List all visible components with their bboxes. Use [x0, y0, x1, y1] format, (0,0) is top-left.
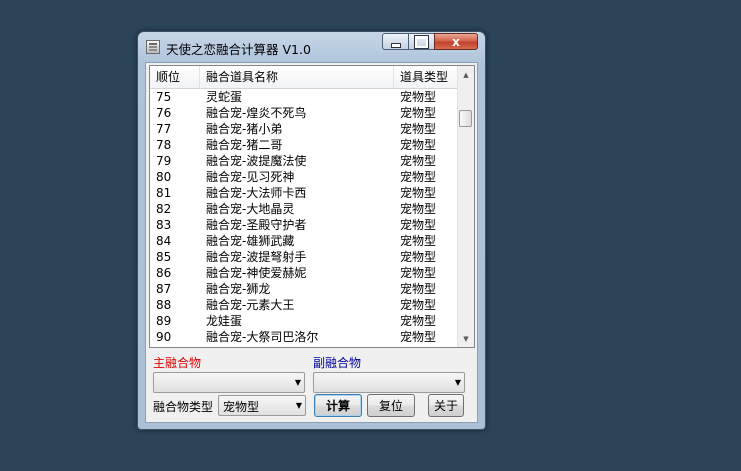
row-item-type: 宠物型 — [400, 90, 437, 104]
row-rank: 77 — [156, 122, 172, 136]
column-rank[interactable]: 顺位 — [150, 66, 200, 88]
row-item-type: 宠物型 — [400, 186, 437, 200]
column-item-name[interactable]: 融合道具名称 — [200, 66, 394, 88]
fusion-type-select[interactable]: 宠物型 ▼ — [218, 395, 306, 416]
list-rows: 75 灵蛇蛋 宠物型 76 融合宠-煌炎不死鸟 宠物型 77 融合宠-猪小弟 宠物型 78 融合宠-… — [150, 89, 460, 345]
maximize-button[interactable] — [408, 33, 434, 50]
row-item-type: 宠物型 — [400, 218, 437, 232]
reset-button[interactable]: 复位 — [367, 394, 415, 417]
row-item-type: 宠物型 — [400, 250, 437, 264]
scroll-down-icon[interactable]: ▼ — [458, 330, 474, 347]
table-row[interactable]: 81 融合宠-大法师卡西 宠物型 — [150, 185, 460, 201]
row-item-name: 融合宠-波提弩射手 — [206, 250, 307, 264]
row-rank: 89 — [156, 314, 172, 328]
app-icon[interactable] — [146, 40, 160, 54]
table-row[interactable]: 79 融合宠-波提魔法使 宠物型 — [150, 153, 460, 169]
chevron-down-icon: ▼ — [294, 378, 301, 387]
row-rank: 81 — [156, 186, 172, 200]
fusion-type-label: 融合物类型 — [153, 400, 214, 414]
table-row[interactable]: 80 融合宠-见习死神 宠物型 — [150, 169, 460, 185]
row-item-name: 融合宠-元素大王 — [206, 298, 295, 312]
row-rank: 90 — [156, 330, 172, 344]
row-item-name: 灵蛇蛋 — [206, 90, 243, 104]
chevron-down-icon: ▼ — [454, 378, 461, 387]
title-bar[interactable]: 天使之恋融合计算器 V1.0 x — [138, 32, 485, 62]
row-item-name: 融合宠-大地晶灵 — [206, 202, 295, 216]
table-row[interactable]: 83 融合宠-圣殿守护者 宠物型 — [150, 217, 460, 233]
table-row[interactable]: 88 融合宠-元素大王 宠物型 — [150, 297, 460, 313]
table-row[interactable]: 82 融合宠-大地晶灵 宠物型 — [150, 201, 460, 217]
row-item-name: 融合宠-狮龙 — [206, 282, 271, 296]
row-item-type: 宠物型 — [400, 282, 437, 296]
item-list[interactable]: 顺位 融合道具名称 道具类型 75 灵蛇蛋 宠物型 76 融合宠-煌炎不死鸟 宠物型 77 融… — [149, 65, 475, 348]
row-item-name: 融合宠-雄狮武藏 — [206, 234, 295, 248]
sub-fusion-label: 副融合物 — [313, 356, 362, 370]
row-item-type: 宠物型 — [400, 170, 437, 184]
row-item-type: 宠物型 — [400, 234, 437, 248]
row-item-name: 融合宠-猪小弟 — [206, 122, 283, 136]
caption-buttons: x — [382, 33, 478, 50]
row-item-name: 融合宠-见习死神 — [206, 170, 295, 184]
row-item-type: 宠物型 — [400, 138, 437, 152]
row-rank: 82 — [156, 202, 172, 216]
row-item-name: 融合宠-大祭司巴洛尔 — [206, 330, 319, 344]
table-row[interactable]: 90 融合宠-大祭司巴洛尔 宠物型 — [150, 329, 460, 345]
close-icon: x — [452, 34, 460, 49]
client-area: 顺位 融合道具名称 道具类型 75 灵蛇蛋 宠物型 76 融合宠-煌炎不死鸟 宠物型 77 融… — [145, 62, 478, 423]
table-row[interactable]: 77 融合宠-猪小弟 宠物型 — [150, 121, 460, 137]
row-item-type: 宠物型 — [400, 154, 437, 168]
row-rank: 80 — [156, 170, 172, 184]
row-item-name: 融合宠-大法师卡西 — [206, 186, 307, 200]
row-rank: 78 — [156, 138, 172, 152]
main-fusion-select[interactable]: ▼ — [153, 372, 305, 393]
table-row[interactable]: 87 融合宠-狮龙 宠物型 — [150, 281, 460, 297]
about-button[interactable]: 关于 — [428, 394, 464, 417]
row-rank: 75 — [156, 90, 172, 104]
scroll-thumb[interactable] — [459, 110, 472, 127]
row-rank: 87 — [156, 282, 172, 296]
row-item-type: 宠物型 — [400, 330, 437, 344]
fusion-type-value: 宠物型 — [223, 400, 260, 414]
row-item-name: 融合宠-波提魔法使 — [206, 154, 307, 168]
table-row[interactable]: 78 融合宠-猪二哥 宠物型 — [150, 137, 460, 153]
sub-fusion-select[interactable]: ▼ — [313, 372, 465, 393]
row-item-name: 融合宠-圣殿守护者 — [206, 218, 307, 232]
row-rank: 83 — [156, 218, 172, 232]
row-item-type: 宠物型 — [400, 314, 437, 328]
row-rank: 85 — [156, 250, 172, 264]
row-rank: 88 — [156, 298, 172, 312]
row-rank: 84 — [156, 234, 172, 248]
row-item-type: 宠物型 — [400, 106, 437, 120]
calculate-button[interactable]: 计算 — [314, 394, 362, 417]
table-row[interactable]: 89 龙娃蛋 宠物型 — [150, 313, 460, 329]
maximize-icon — [414, 34, 429, 49]
row-rank: 76 — [156, 106, 172, 120]
table-row[interactable]: 86 融合宠-神使爱赫妮 宠物型 — [150, 265, 460, 281]
minimize-icon — [390, 42, 401, 48]
row-item-name: 龙娃蛋 — [206, 314, 243, 328]
list-header: 顺位 融合道具名称 道具类型 — [150, 66, 460, 89]
row-item-type: 宠物型 — [400, 266, 437, 280]
window-title: 天使之恋融合计算器 V1.0 — [166, 42, 311, 57]
row-item-name: 融合宠-猪二哥 — [206, 138, 283, 152]
main-fusion-label: 主融合物 — [153, 356, 202, 370]
row-rank: 86 — [156, 266, 172, 280]
chevron-down-icon: ▼ — [295, 401, 302, 410]
row-item-type: 宠物型 — [400, 298, 437, 312]
table-row[interactable]: 76 融合宠-煌炎不死鸟 宠物型 — [150, 105, 460, 121]
row-item-name: 融合宠-神使爱赫妮 — [206, 266, 307, 280]
app-window: 天使之恋融合计算器 V1.0 x 顺位 融合道具名称 道具类型 75 灵蛇蛋 宠物型… — [137, 31, 486, 430]
row-item-name: 融合宠-煌炎不死鸟 — [206, 106, 307, 120]
column-item-type[interactable]: 道具类型 — [394, 66, 460, 88]
close-button[interactable]: x — [434, 33, 478, 50]
row-item-type: 宠物型 — [400, 202, 437, 216]
minimize-button[interactable] — [382, 33, 408, 50]
scroll-up-icon[interactable]: ▲ — [458, 66, 474, 83]
table-row[interactable]: 85 融合宠-波提弩射手 宠物型 — [150, 249, 460, 265]
table-row[interactable]: 75 灵蛇蛋 宠物型 — [150, 89, 460, 105]
row-item-type: 宠物型 — [400, 122, 437, 136]
table-row[interactable]: 84 融合宠-雄狮武藏 宠物型 — [150, 233, 460, 249]
vertical-scrollbar[interactable]: ▲ ▼ — [457, 66, 474, 347]
row-rank: 79 — [156, 154, 172, 168]
